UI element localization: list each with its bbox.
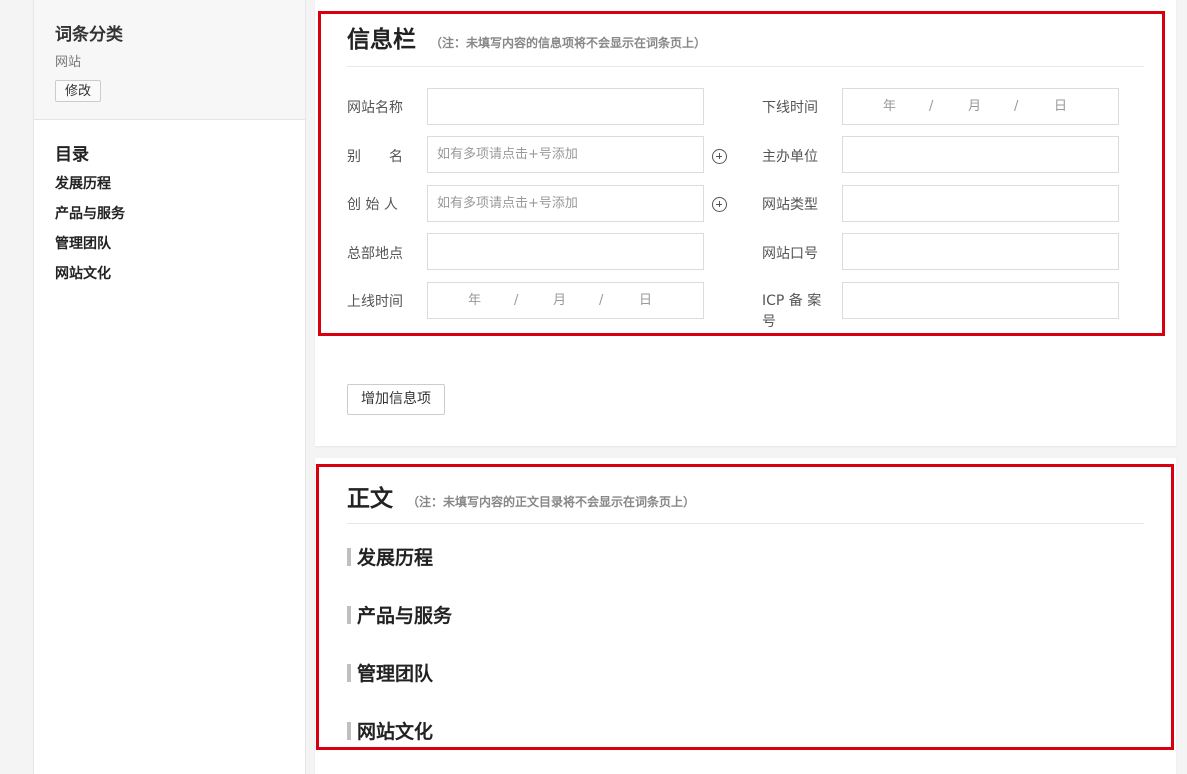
- date-sep: /: [929, 99, 934, 114]
- info-card: 信息栏 （注：未填写内容的信息项将不会显示在词条页上） 网站名称 别 名 如有多项…: [315, 0, 1176, 446]
- plus-circle-icon[interactable]: [712, 197, 727, 212]
- date-month: 月: [553, 293, 567, 308]
- field-label-website-type: 网站类型: [762, 197, 818, 213]
- body-heading-products[interactable]: 产品与服务: [347, 601, 452, 628]
- body-heading-text: 产品与服务: [357, 605, 453, 627]
- date-sep: /: [514, 293, 519, 308]
- info-section-note: （注：未填写内容的信息项将不会显示在词条页上）: [430, 36, 707, 50]
- sponsor-input[interactable]: [842, 136, 1119, 173]
- category-panel: 词条分类 网站 修改: [34, 0, 305, 120]
- body-heading-text: 发展历程: [357, 547, 434, 569]
- add-info-item-button[interactable]: 增加信息项: [347, 384, 445, 415]
- toc-title: 目录: [55, 145, 89, 165]
- body-heading-culture[interactable]: 网站文化: [347, 717, 433, 744]
- body-heading-text: 网站文化: [357, 721, 434, 743]
- date-sep: /: [599, 293, 604, 308]
- heading-bar: [347, 606, 351, 624]
- toc-item-history[interactable]: 发展历程: [55, 173, 125, 203]
- field-label-alias: 别 名: [347, 149, 403, 165]
- plus-circle-icon[interactable]: [712, 149, 727, 164]
- body-card: 正文 （注：未填写内容的正文目录将不会显示在词条页上） 发展历程 产品与服务 管理…: [315, 458, 1176, 774]
- field-label-slogan: 网站口号: [762, 246, 818, 262]
- toc-item-products[interactable]: 产品与服务: [55, 203, 125, 233]
- divider: [347, 523, 1144, 524]
- body-heading-history[interactable]: 发展历程: [347, 543, 433, 570]
- alias-input[interactable]: 如有多项请点击+号添加: [427, 136, 704, 173]
- edit-category-button[interactable]: 修改: [55, 80, 102, 102]
- field-label-offline-date: 下线时间: [762, 100, 818, 116]
- heading-bar: [347, 664, 351, 682]
- date-year: 年: [468, 293, 482, 308]
- website-name-input[interactable]: [427, 88, 704, 125]
- offline-date-input[interactable]: 年 / 月 / 日: [842, 88, 1119, 125]
- field-label-founder: 创 始 人: [347, 197, 398, 213]
- info-section-header: 信息栏 （注：未填写内容的信息项将不会显示在词条页上）: [347, 20, 706, 54]
- body-section-note: （注：未填写内容的正文目录将不会显示在词条页上）: [407, 495, 696, 509]
- icp-input[interactable]: [842, 282, 1119, 319]
- heading-bar: [347, 722, 351, 740]
- date-month: 月: [968, 99, 982, 114]
- left-sidebar: 词条分类 网站 修改 目录 发展历程 产品与服务 管理团队 网站文化: [33, 0, 306, 774]
- date-sep: /: [1014, 99, 1019, 114]
- field-label-launch-date: 上线时间: [347, 294, 403, 310]
- toc-item-team[interactable]: 管理团队: [55, 233, 125, 263]
- heading-bar: [347, 548, 351, 566]
- field-label-icp: ICP 备 案 号: [762, 293, 822, 330]
- field-label-headquarters: 总部地点: [347, 246, 403, 262]
- body-section-header: 正文 （注：未填写内容的正文目录将不会显示在词条页上）: [347, 479, 695, 513]
- category-title: 词条分类: [55, 25, 123, 45]
- body-section-title: 正文: [347, 486, 393, 512]
- divider: [347, 66, 1144, 67]
- headquarters-input[interactable]: [427, 233, 704, 270]
- body-heading-team[interactable]: 管理团队: [347, 659, 433, 686]
- date-day: 日: [639, 293, 653, 308]
- date-year: 年: [883, 99, 897, 114]
- slogan-input[interactable]: [842, 233, 1119, 270]
- toc-list: 发展历程 产品与服务 管理团队 网站文化: [55, 173, 125, 293]
- launch-date-input[interactable]: 年 / 月 / 日: [427, 282, 704, 319]
- founder-input[interactable]: 如有多项请点击+号添加: [427, 185, 704, 222]
- body-heading-text: 管理团队: [357, 663, 434, 685]
- field-label-website-name: 网站名称: [347, 100, 403, 116]
- info-section-title: 信息栏: [347, 27, 416, 53]
- category-value: 网站: [55, 55, 82, 70]
- field-label-sponsor: 主办单位: [762, 149, 818, 165]
- date-day: 日: [1054, 99, 1068, 114]
- website-type-input[interactable]: [842, 185, 1119, 222]
- toc-item-culture[interactable]: 网站文化: [55, 263, 125, 293]
